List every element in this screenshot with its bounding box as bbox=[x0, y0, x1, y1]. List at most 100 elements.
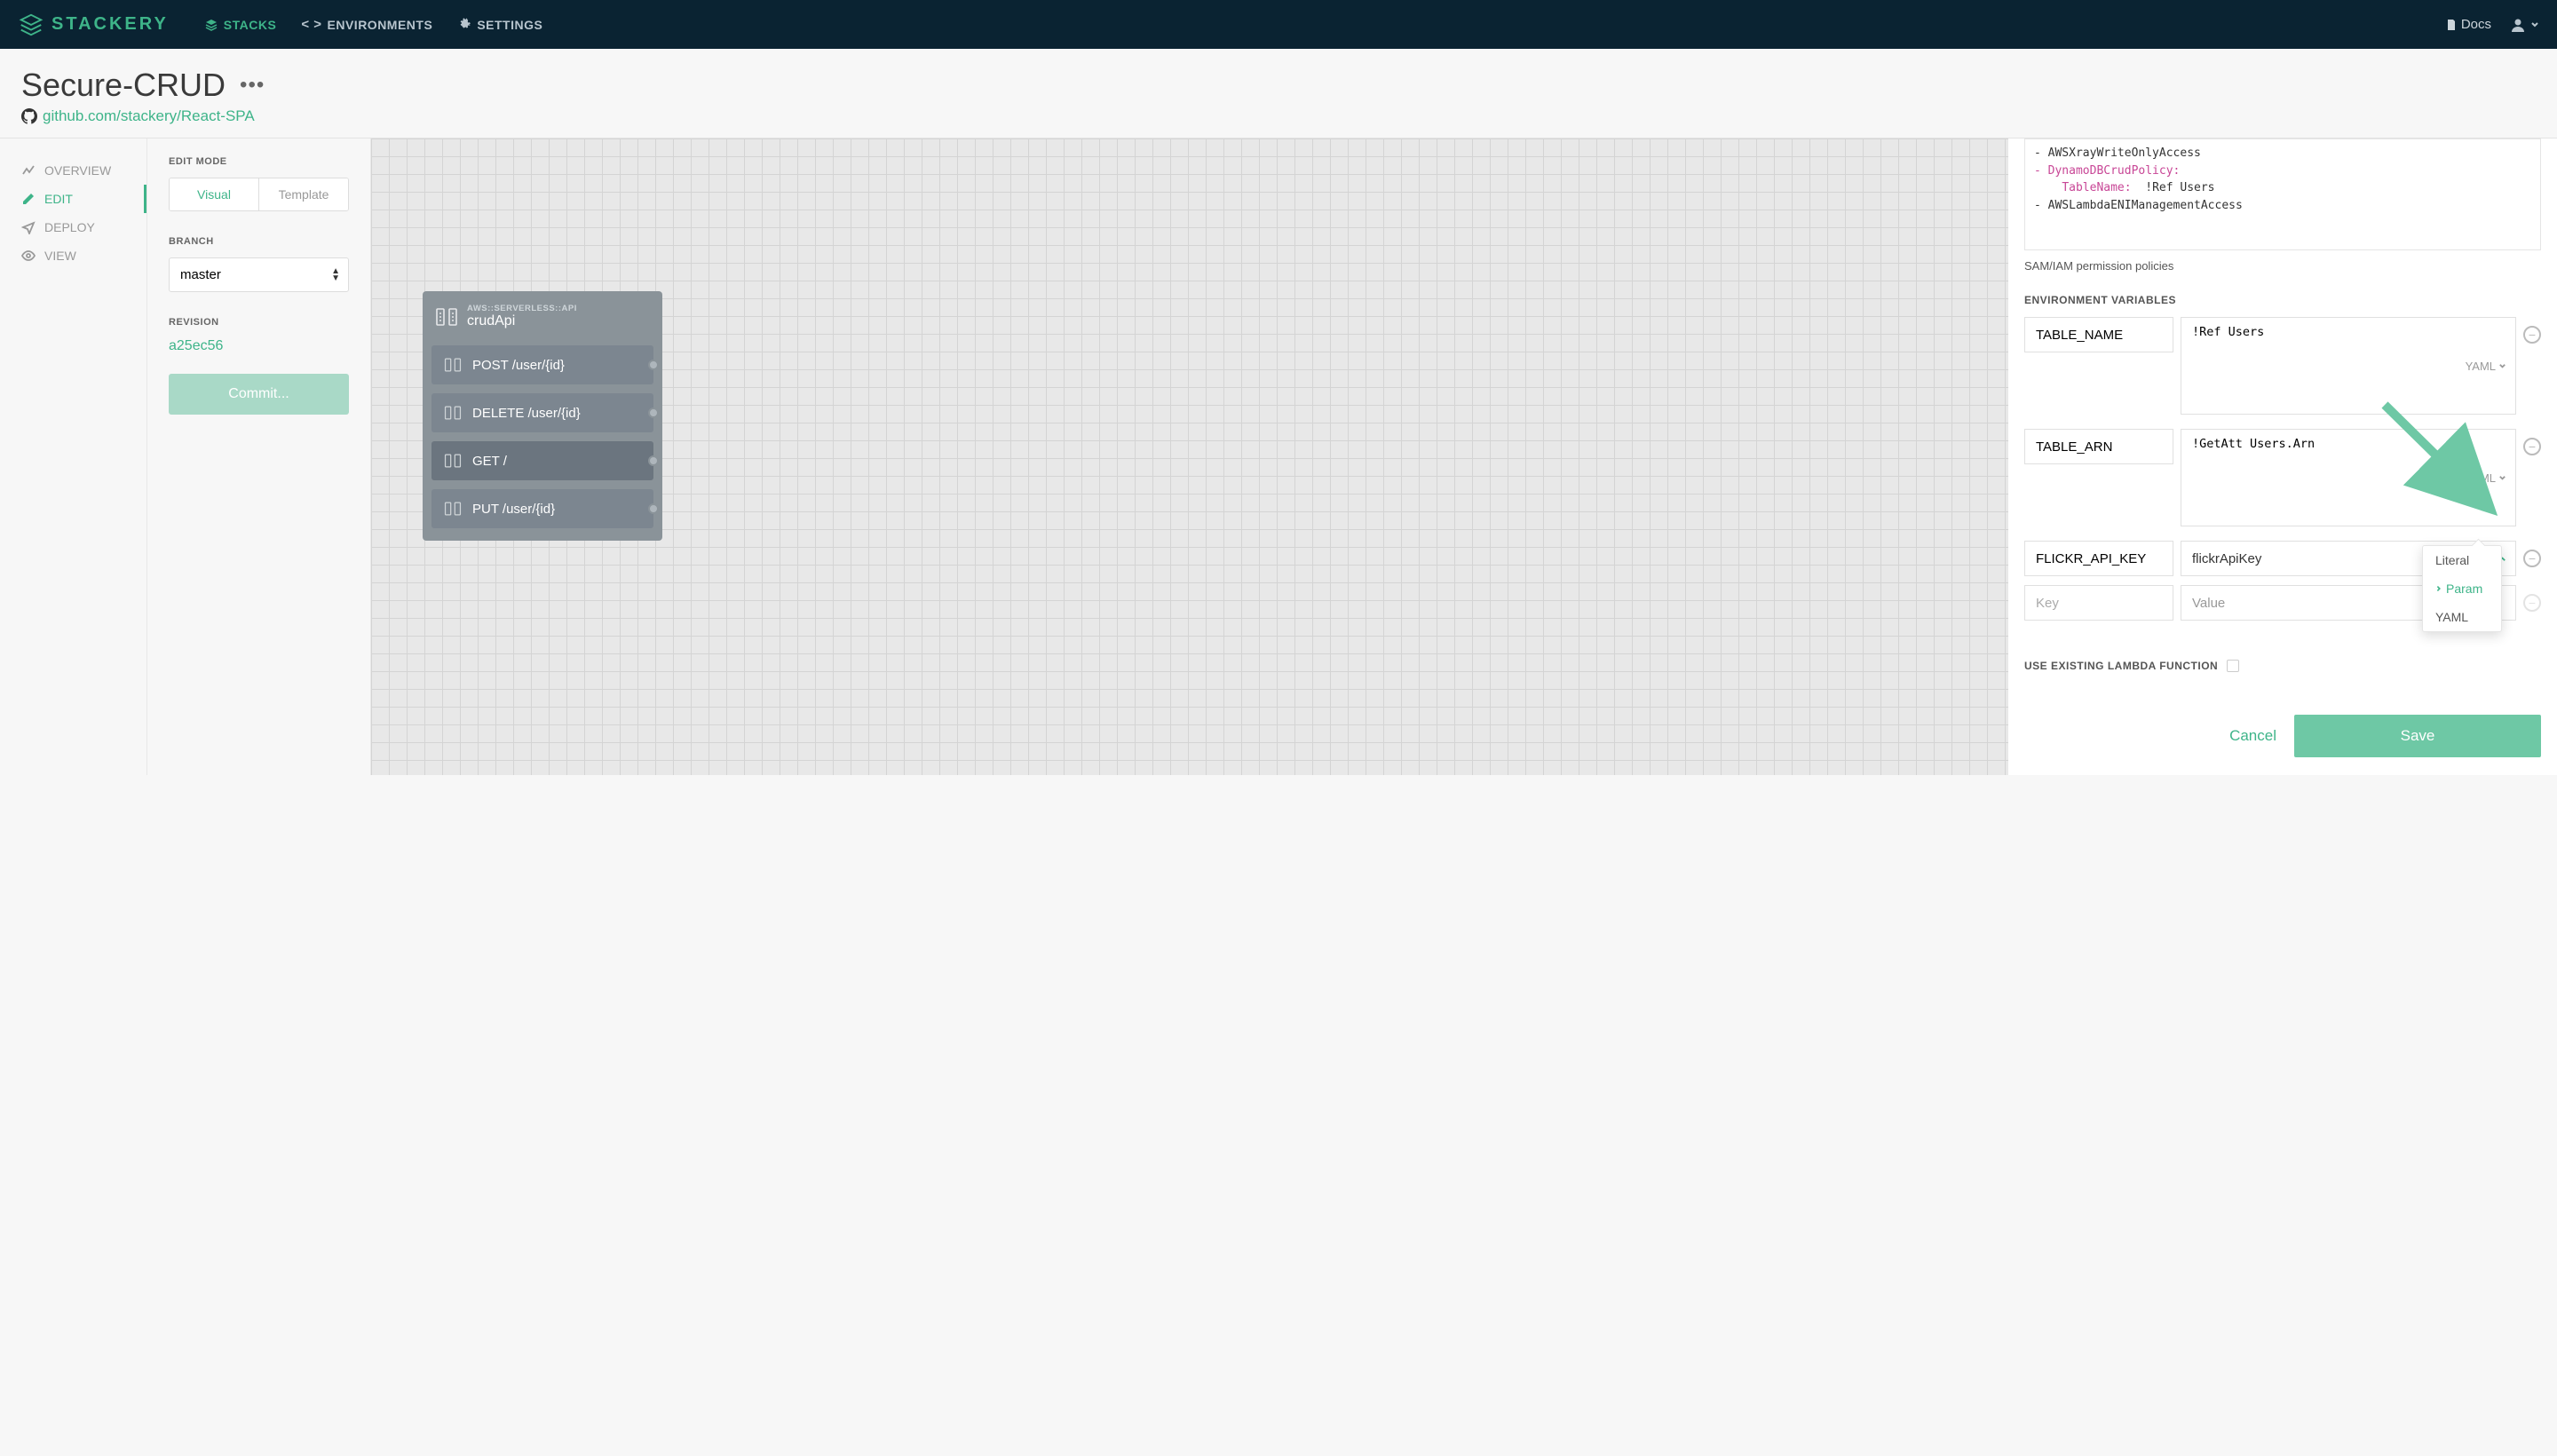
sidebar-item-overview[interactable]: OVERVIEW bbox=[0, 156, 146, 185]
branch-label: BRANCH bbox=[169, 236, 349, 247]
route-label: PUT /user/{id} bbox=[472, 502, 555, 517]
more-menu[interactable]: ••• bbox=[240, 73, 265, 98]
canvas[interactable]: AWS::SERVERLESS::API crudApi POST /user/… bbox=[371, 138, 2008, 775]
eye-icon bbox=[21, 249, 36, 263]
branch-select[interactable]: master bbox=[169, 257, 349, 292]
env-value-input[interactable] bbox=[2181, 542, 2453, 575]
route-post[interactable]: POST /user/{id} bbox=[431, 345, 653, 384]
brand-name: STACKERY bbox=[51, 14, 169, 35]
user-icon bbox=[2509, 16, 2527, 34]
env-type-select[interactable]: YAML bbox=[2457, 360, 2515, 373]
connection-dot[interactable] bbox=[648, 455, 659, 466]
sidebar-item-deploy[interactable]: DEPLOY bbox=[0, 213, 146, 241]
remove-env-button: − bbox=[2523, 594, 2541, 612]
api-card[interactable]: AWS::SERVERLESS::API crudApi POST /user/… bbox=[423, 291, 662, 541]
dropdown-item-literal[interactable]: Literal bbox=[2423, 546, 2501, 574]
nav-environments-label: ENVIRONMENTS bbox=[328, 18, 433, 32]
route-icon bbox=[444, 404, 462, 422]
dropdown-item-yaml[interactable]: YAML bbox=[2423, 603, 2501, 631]
chevron-down-icon bbox=[2498, 474, 2506, 482]
env-value-input[interactable]: !GetAtt Users.Arn bbox=[2181, 430, 2457, 526]
sidebar-deploy-label: DEPLOY bbox=[44, 220, 95, 234]
stackery-logo-icon bbox=[18, 12, 44, 38]
brand-logo[interactable]: STACKERY bbox=[18, 12, 169, 38]
chevron-down-icon bbox=[2530, 20, 2539, 29]
sidebar-view-label: VIEW bbox=[44, 249, 76, 263]
api-icon bbox=[435, 305, 458, 328]
env-key-input[interactable] bbox=[2024, 317, 2173, 352]
edit-mode-label: EDIT MODE bbox=[169, 156, 349, 167]
sidebar-item-view[interactable]: VIEW bbox=[0, 241, 146, 270]
env-key-input[interactable] bbox=[2024, 541, 2173, 576]
route-label: GET / bbox=[472, 454, 507, 469]
route-delete[interactable]: DELETE /user/{id} bbox=[431, 393, 653, 432]
user-menu[interactable] bbox=[2509, 16, 2539, 34]
env-key-input[interactable] bbox=[2024, 585, 2173, 621]
route-label: DELETE /user/{id} bbox=[472, 406, 581, 421]
toggle-template[interactable]: Template bbox=[259, 178, 348, 210]
api-type: AWS::SERVERLESS::API bbox=[467, 304, 577, 313]
top-nav: STACKERY STACKS < > ENVIRONMENTS SETTING… bbox=[0, 0, 2557, 49]
page-title: Secure-CRUD bbox=[21, 67, 226, 104]
remove-env-button[interactable]: − bbox=[2523, 550, 2541, 567]
cancel-button[interactable]: Cancel bbox=[2229, 727, 2276, 745]
env-key-input[interactable] bbox=[2024, 429, 2173, 464]
details-panel: - AWSXrayWriteOnlyAccess - DynamoDBCrudP… bbox=[2008, 138, 2557, 775]
edit-mode-toggle: Visual Template bbox=[169, 178, 349, 211]
edit-panel: EDIT MODE Visual Template BRANCH master … bbox=[147, 138, 371, 775]
route-put[interactable]: PUT /user/{id} bbox=[431, 489, 653, 528]
stacks-icon bbox=[204, 18, 218, 32]
nav-settings[interactable]: SETTINGS bbox=[457, 17, 542, 32]
doc-icon bbox=[2445, 19, 2458, 31]
docs-label: Docs bbox=[2461, 17, 2491, 32]
type-dropdown: Literal Param YAML bbox=[2422, 545, 2502, 632]
dropdown-item-param[interactable]: Param bbox=[2423, 574, 2501, 603]
policies-code[interactable]: - AWSXrayWriteOnlyAccess - DynamoDBCrudP… bbox=[2024, 138, 2541, 250]
remove-env-button[interactable]: − bbox=[2523, 438, 2541, 455]
connection-dot[interactable] bbox=[648, 360, 659, 370]
revision-label: REVISION bbox=[169, 317, 349, 328]
api-name: crudApi bbox=[467, 313, 577, 329]
main-layout: OVERVIEW EDIT DEPLOY VIEW EDIT MODE Visu… bbox=[0, 138, 2557, 775]
use-existing-lambda: USE EXISTING LAMBDA FUNCTION bbox=[2024, 660, 2541, 672]
nav-stacks[interactable]: STACKS bbox=[204, 17, 277, 32]
env-value-input[interactable]: !Ref Users bbox=[2181, 318, 2457, 414]
nav-stacks-label: STACKS bbox=[224, 18, 277, 32]
env-vars-label: ENVIRONMENT VARIABLES bbox=[2024, 294, 2541, 306]
sidebar-nav: OVERVIEW EDIT DEPLOY VIEW bbox=[0, 138, 147, 775]
route-icon bbox=[444, 452, 462, 470]
chevron-right-icon bbox=[2435, 585, 2442, 592]
docs-link[interactable]: Docs bbox=[2445, 17, 2491, 32]
toggle-visual[interactable]: Visual bbox=[170, 178, 259, 210]
route-icon bbox=[444, 500, 462, 518]
nav-items: STACKS < > ENVIRONMENTS SETTINGS bbox=[204, 17, 543, 32]
env-row-0: !Ref Users YAML − bbox=[2024, 317, 2541, 415]
save-button[interactable]: Save bbox=[2294, 715, 2541, 757]
connection-dot[interactable] bbox=[648, 503, 659, 514]
nav-environments[interactable]: < > ENVIRONMENTS bbox=[301, 17, 432, 32]
policies-hint: SAM/IAM permission policies bbox=[2024, 259, 2541, 273]
sidebar-item-edit[interactable]: EDIT bbox=[0, 185, 146, 213]
use-existing-checkbox[interactable] bbox=[2227, 660, 2239, 672]
repo-link[interactable]: github.com/stackery/React-SPA bbox=[43, 107, 255, 125]
code-icon: < > bbox=[301, 17, 321, 32]
route-label: POST /user/{id} bbox=[472, 358, 565, 373]
nav-right: Docs bbox=[2445, 16, 2539, 34]
sidebar-edit-label: EDIT bbox=[44, 192, 73, 206]
commit-button[interactable]: Commit... bbox=[169, 374, 349, 415]
remove-env-button[interactable]: − bbox=[2523, 326, 2541, 344]
route-get[interactable]: GET / bbox=[431, 441, 653, 480]
chevron-down-icon bbox=[2498, 362, 2506, 370]
env-row-1: !GetAtt Users.Arn YAML − bbox=[2024, 429, 2541, 526]
revision-link[interactable]: a25ec56 bbox=[169, 338, 223, 353]
connection-dot[interactable] bbox=[648, 408, 659, 418]
chart-icon bbox=[21, 163, 36, 178]
github-icon bbox=[21, 108, 37, 124]
use-existing-label: USE EXISTING LAMBDA FUNCTION bbox=[2024, 660, 2218, 672]
route-icon bbox=[444, 356, 462, 374]
nav-settings-label: SETTINGS bbox=[477, 18, 542, 32]
sidebar-overview-label: OVERVIEW bbox=[44, 163, 111, 178]
deploy-icon bbox=[21, 220, 36, 234]
action-bar: Cancel Save bbox=[2008, 697, 2557, 775]
env-type-select[interactable]: YAML bbox=[2457, 471, 2515, 485]
